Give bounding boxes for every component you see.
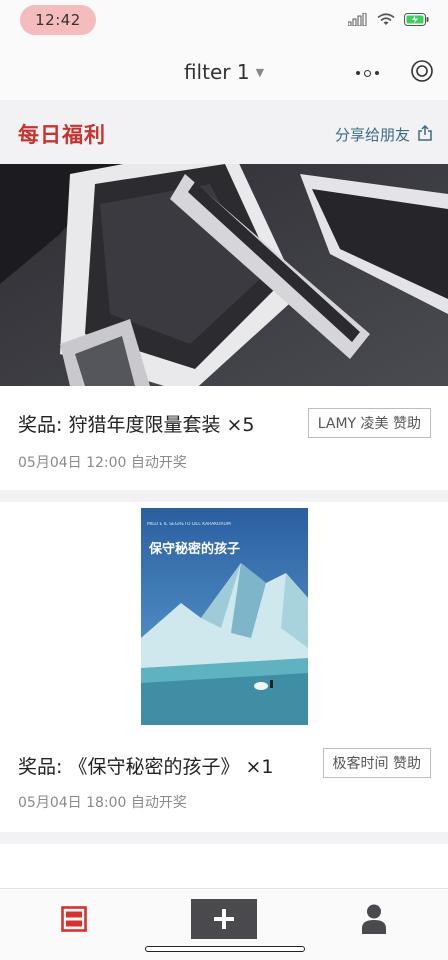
pen-set-photo [0, 164, 448, 386]
add-tab[interactable] [174, 889, 274, 953]
nav-bar: filter 1 ▼ [0, 44, 448, 100]
giveaway-card-partial[interactable] [0, 844, 448, 888]
caret-down-icon: ▼ [255, 66, 265, 79]
sponsor-badge[interactable]: 极客时间 赞助 [322, 748, 431, 778]
daily-benefits-header: 每日福利 分享给朋友 [0, 100, 448, 164]
nav-title-text: filter 1 [183, 60, 250, 84]
book-cover-title: 保守秘密的孩子 [149, 542, 241, 557]
status-time: 12:42 [20, 5, 96, 35]
prize-text: 奖品: 狩猎年度限量套装 ×5 [18, 414, 255, 436]
battery-charging-icon [404, 11, 430, 30]
plus-icon [191, 899, 257, 943]
more-dots-icon[interactable] [350, 69, 379, 77]
share-button[interactable]: 分享给朋友 [335, 124, 432, 145]
book-series-text: MILO E IL SEGRETO DEL KARAKORUM [147, 522, 231, 527]
share-label: 分享给朋友 [334, 126, 410, 144]
prize-text: 奖品: 《保守秘密的孩子》 ×1 [18, 756, 274, 778]
card-divider [0, 832, 448, 844]
share-icon [418, 124, 432, 145]
page-title: 每日福利 [18, 122, 106, 147]
home-tab[interactable] [24, 889, 124, 953]
draw-time-text: 05月04日 18:00 自动开奖 [18, 795, 187, 811]
giveaway-card[interactable]: MILO E IL SEGRETO DEL KARAKORUM 保守秘密的孩子 … [0, 502, 448, 832]
giveaway-card[interactable]: 奖品: 狩猎年度限量套装 ×5 LAMY 凌美 赞助 05月04日 12:00 … [0, 164, 448, 490]
card-divider [0, 490, 448, 502]
record-target-icon[interactable] [410, 59, 434, 87]
profile-tab[interactable] [324, 889, 424, 953]
signal-icon [347, 11, 368, 30]
wifi-icon [377, 11, 395, 30]
draw-time-text: 05月04日 12:00 自动开奖 [18, 455, 187, 471]
mini-program-capsule [350, 58, 434, 88]
status-icons [347, 11, 430, 30]
sponsor-badge[interactable]: LAMY 凌美 赞助 [307, 408, 431, 438]
person-icon [362, 904, 386, 938]
book-cover: MILO E IL SEGRETO DEL KARAKORUM 保守秘密的孩子 [141, 508, 308, 725]
status-bar: 12:42 [0, 0, 448, 44]
feed-icon [61, 906, 87, 936]
home-indicator [145, 946, 305, 952]
